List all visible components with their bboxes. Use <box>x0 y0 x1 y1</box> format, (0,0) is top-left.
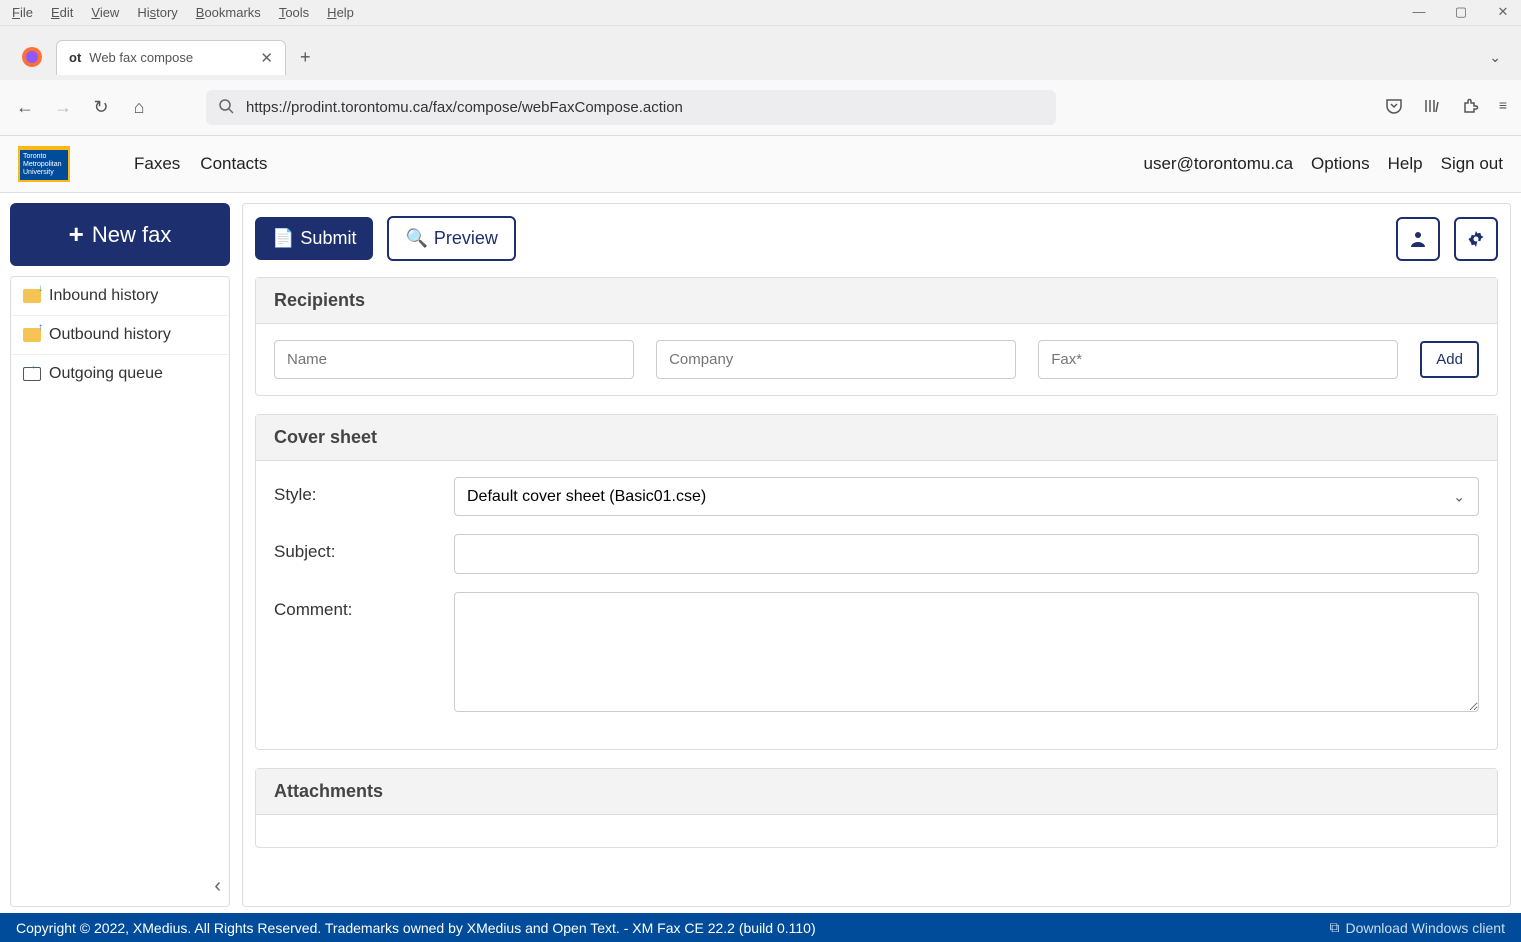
download-label: Download Windows client <box>1345 920 1505 936</box>
app-header-right: user@torontomu.ca Options Help Sign out <box>1144 154 1504 174</box>
recipients-row: Add <box>274 340 1479 379</box>
subject-row: Subject: <box>274 534 1479 574</box>
recipient-company-input[interactable] <box>656 340 1016 379</box>
submit-button[interactable]: 📄 Submit <box>255 217 373 260</box>
user-email[interactable]: user@torontomu.ca <box>1144 154 1294 174</box>
inbound-folder-icon <box>23 289 41 303</box>
outbound-folder-icon <box>23 328 41 342</box>
sidebar-item-label: Outgoing queue <box>49 365 163 383</box>
app-body: + New fax Inbound history Outbound histo… <box>0 193 1521 917</box>
preview-icon: 🔍 <box>405 228 427 249</box>
url-text: https://prodint.torontomu.ca/fax/compose… <box>246 99 1044 116</box>
browser-tab[interactable]: ot Web fax compose ✕ <box>56 40 286 75</box>
search-icon <box>218 98 234 117</box>
app-menu-icon[interactable]: ≡ <box>1499 97 1507 118</box>
browser-menubar: File Edit View History Bookmarks Tools H… <box>0 0 1521 26</box>
menu-tools[interactable]: Tools <box>279 5 309 20</box>
nav-faxes[interactable]: Faxes <box>134 154 180 174</box>
menu-bookmarks[interactable]: Bookmarks <box>196 5 261 20</box>
coversheet-header: Cover sheet <box>256 415 1497 461</box>
recipient-name-input[interactable] <box>274 340 634 379</box>
minimize-icon[interactable]: — <box>1409 4 1429 20</box>
library-icon[interactable] <box>1423 97 1441 118</box>
new-fax-button[interactable]: + New fax <box>10 203 230 266</box>
submit-icon: 📄 <box>272 228 294 249</box>
user-icon <box>1408 229 1428 249</box>
plus-icon: + <box>69 219 84 250</box>
sidebar: + New fax Inbound history Outbound histo… <box>10 203 230 907</box>
comment-row: Comment: <box>274 592 1479 715</box>
comment-label: Comment: <box>274 592 434 620</box>
menu-view[interactable]: View <box>91 5 119 20</box>
reload-button[interactable]: ↻ <box>90 97 112 118</box>
nav-toolbar: ← → ↻ ⌂ https://prodint.torontomu.ca/fax… <box>0 80 1521 136</box>
collapse-sidebar-icon[interactable]: ‹ <box>214 875 221 898</box>
nav-contacts[interactable]: Contacts <box>200 154 267 174</box>
sidebar-item-outgoing-queue[interactable]: Outgoing queue <box>11 355 229 393</box>
style-label: Style: <box>274 477 434 505</box>
sidebar-item-inbound-history[interactable]: Inbound history <box>11 277 229 316</box>
recipients-section: Recipients Add <box>255 277 1498 396</box>
settings-button[interactable] <box>1454 217 1498 261</box>
university-logo: Toronto Metropolitan University <box>18 146 70 182</box>
action-bar: 📄 Submit 🔍 Preview <box>255 216 1498 261</box>
comment-textarea[interactable] <box>454 592 1479 712</box>
coversheet-section: Cover sheet Style: Default cover sheet (… <box>255 414 1498 750</box>
extensions-icon[interactable] <box>1461 97 1479 118</box>
subject-label: Subject: <box>274 534 434 562</box>
preview-label: Preview <box>434 228 498 249</box>
user-settings-button[interactable] <box>1396 217 1440 261</box>
recipient-fax-input[interactable] <box>1038 340 1398 379</box>
tab-title: Web fax compose <box>89 50 252 65</box>
nav-options[interactable]: Options <box>1311 154 1370 174</box>
url-bar[interactable]: https://prodint.torontomu.ca/fax/compose… <box>206 90 1056 125</box>
subject-input[interactable] <box>454 534 1479 574</box>
menu-history[interactable]: History <box>137 5 177 20</box>
add-recipient-button[interactable]: Add <box>1420 341 1479 378</box>
tab-overflow-icon[interactable]: ⌄ <box>1489 49 1501 66</box>
menu-file[interactable]: File <box>12 5 33 20</box>
tab-favicon: ot <box>69 50 81 65</box>
attachments-section: Attachments <box>255 768 1498 848</box>
close-window-icon[interactable]: ✕ <box>1493 4 1513 20</box>
copyright-text: Copyright © 2022, XMedius. All Rights Re… <box>16 920 816 936</box>
tab-strip: ot Web fax compose ✕ + ⌄ <box>0 26 1521 80</box>
window-controls: — ▢ ✕ <box>1409 4 1513 20</box>
nav-help[interactable]: Help <box>1388 154 1423 174</box>
home-button[interactable]: ⌂ <box>128 97 150 118</box>
app-header: Toronto Metropolitan University Faxes Co… <box>0 136 1521 193</box>
content-area: 📄 Submit 🔍 Preview Recipients <box>242 203 1511 907</box>
footer: Copyright © 2022, XMedius. All Rights Re… <box>0 913 1521 942</box>
style-select[interactable]: Default cover sheet (Basic01.cse) <box>454 477 1479 516</box>
maximize-icon[interactable]: ▢ <box>1451 4 1471 20</box>
close-tab-icon[interactable]: ✕ <box>260 49 273 67</box>
menu-edit[interactable]: Edit <box>51 5 73 20</box>
pocket-icon[interactable] <box>1385 97 1403 118</box>
menu-help[interactable]: Help <box>327 5 354 20</box>
forward-button[interactable]: → <box>52 97 74 118</box>
back-button[interactable]: ← <box>14 97 36 118</box>
gear-icon <box>1466 229 1486 249</box>
sidebar-item-outbound-history[interactable]: Outbound history <box>11 316 229 355</box>
new-fax-label: New fax <box>92 222 171 248</box>
toolbar-right: ≡ <box>1385 97 1507 118</box>
recipients-header: Recipients <box>256 278 1497 324</box>
firefox-logo-icon[interactable] <box>18 43 46 71</box>
attachments-header: Attachments <box>256 769 1497 815</box>
download-icon: ⧉ <box>1329 919 1339 936</box>
outgoing-queue-icon <box>23 367 41 381</box>
download-client-link[interactable]: ⧉ Download Windows client <box>1329 919 1505 936</box>
style-row: Style: Default cover sheet (Basic01.cse)… <box>274 477 1479 516</box>
submit-label: Submit <box>300 228 356 249</box>
sidebar-list: Inbound history Outbound history Outgoin… <box>10 276 230 907</box>
new-tab-button[interactable]: + <box>300 47 311 68</box>
sidebar-item-label: Outbound history <box>49 326 171 344</box>
preview-button[interactable]: 🔍 Preview <box>387 216 515 261</box>
app-nav: Faxes Contacts <box>134 154 267 174</box>
sidebar-item-label: Inbound history <box>49 287 158 305</box>
nav-signout[interactable]: Sign out <box>1441 154 1503 174</box>
